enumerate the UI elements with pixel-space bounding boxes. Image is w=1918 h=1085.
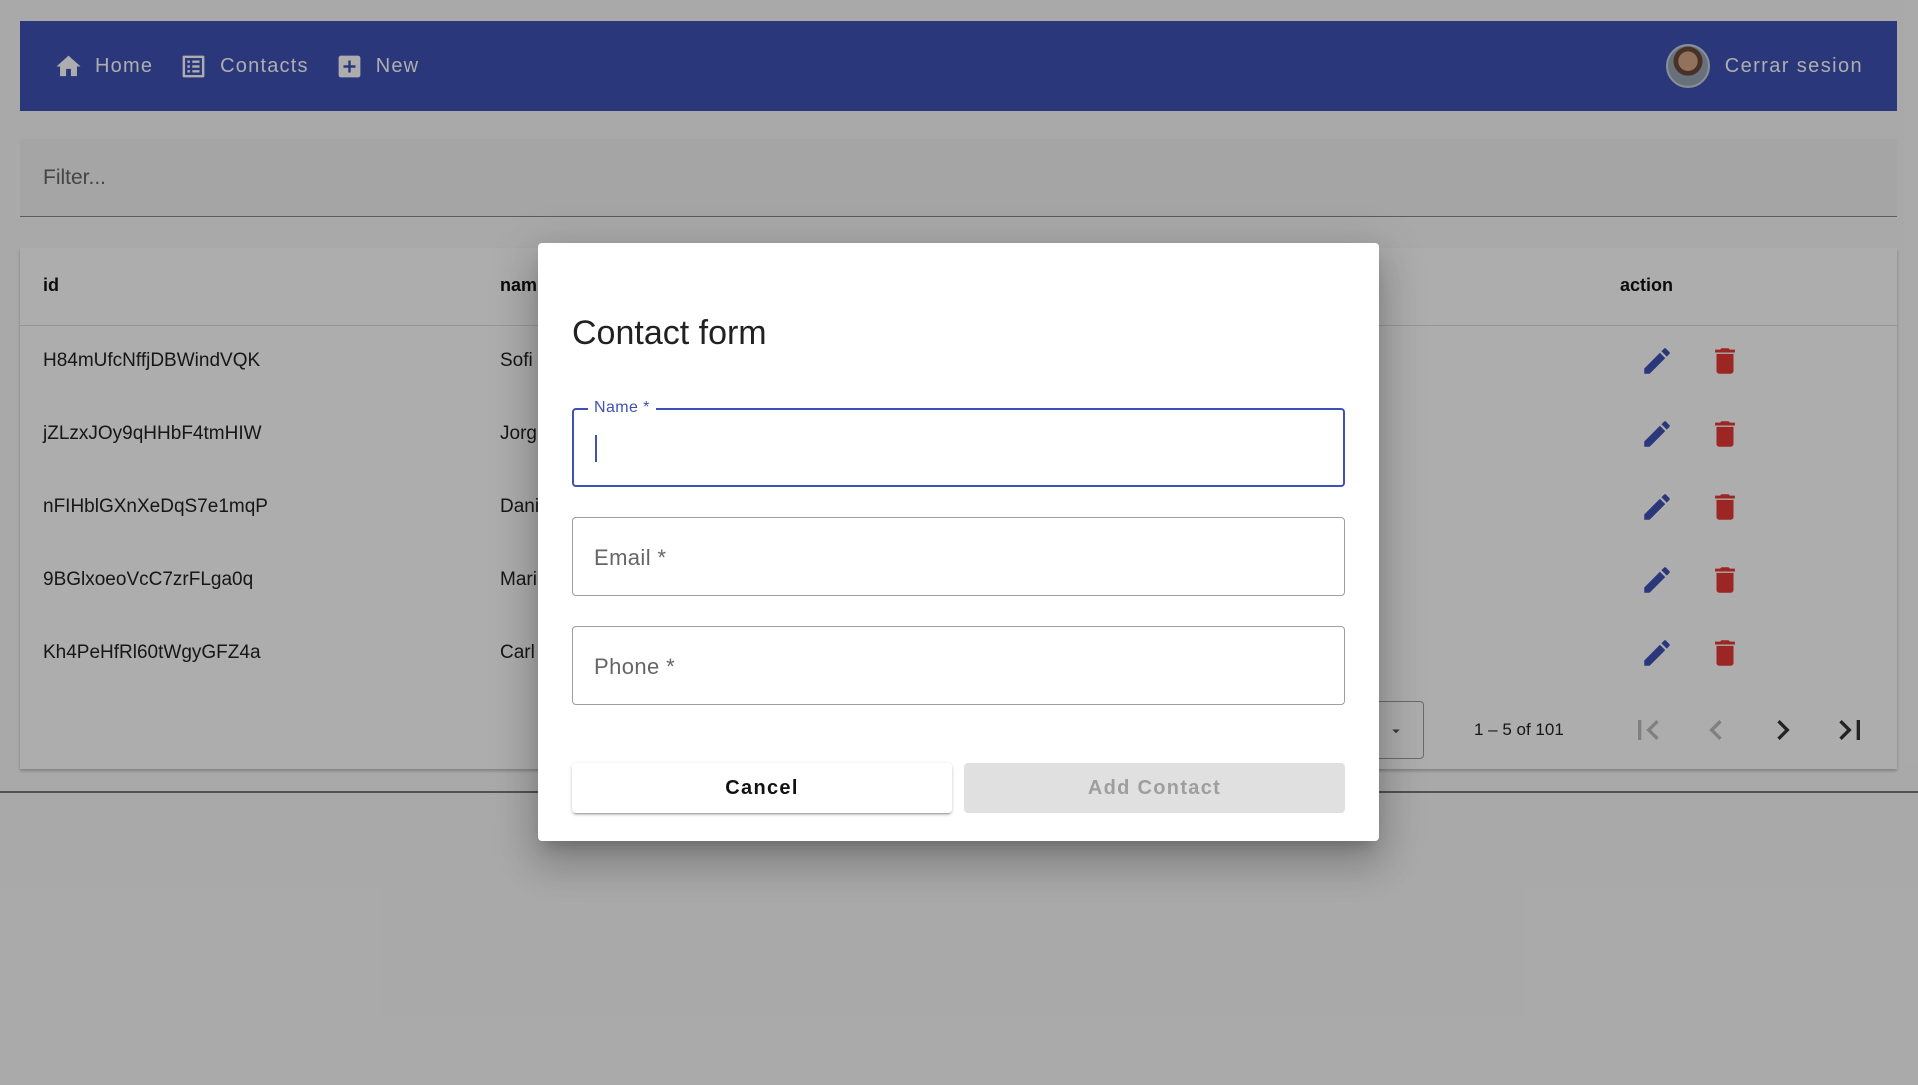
cancel-button[interactable]: Cancel <box>572 763 952 813</box>
email-label: Email * <box>594 545 667 570</box>
name-label: Name * <box>588 399 656 417</box>
dialog-title: Contact form <box>572 314 767 352</box>
phone-field[interactable]: Phone * <box>572 626 1345 705</box>
phone-label: Phone * <box>594 654 676 679</box>
add-contact-button[interactable]: Add Contact <box>964 763 1345 813</box>
contact-form-dialog: Contact form Name * Email * Phone * Canc… <box>538 243 1379 841</box>
email-field[interactable]: Email * <box>572 517 1345 596</box>
text-cursor <box>595 435 597 462</box>
name-field[interactable]: Name * <box>572 399 1345 487</box>
